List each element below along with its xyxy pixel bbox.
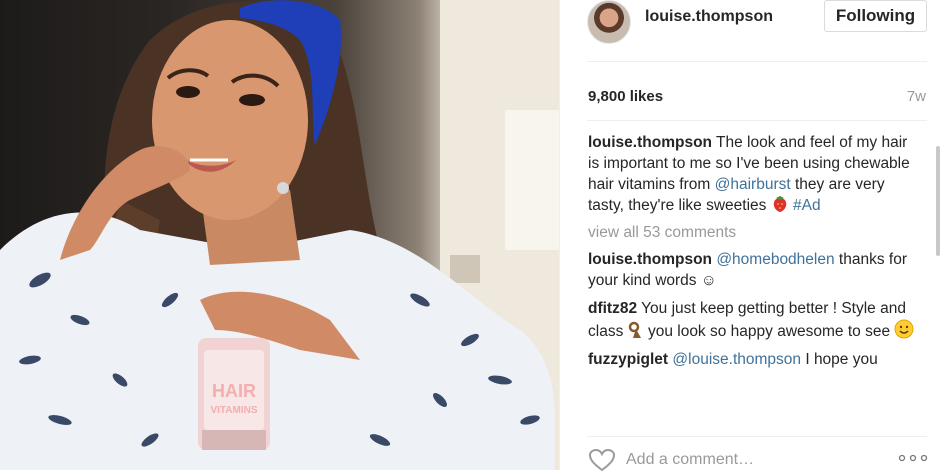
comment-mention[interactable]: @homebodhelen: [716, 251, 834, 268]
comment-item: dfitz82 You just keep getting better ! S…: [588, 298, 918, 342]
comment-footer: [560, 440, 940, 472]
likes-divider: [587, 120, 927, 121]
comments-scrollbar[interactable]: [936, 146, 940, 256]
comment-text: you look so happy awesome to see: [647, 323, 891, 340]
caption-mention[interactable]: @hairburst: [715, 176, 791, 193]
likes-count[interactable]: 9,800 likes: [588, 88, 663, 105]
following-button[interactable]: Following: [824, 0, 927, 32]
comment-item: fuzzypiglet @louise.thompson I hope you: [588, 349, 918, 370]
header-username[interactable]: louise.thompson: [645, 8, 773, 26]
post-time[interactable]: 7w: [907, 88, 926, 105]
comment-author[interactable]: dfitz82: [588, 300, 637, 317]
strawberry-icon: [773, 196, 786, 212]
add-comment-input[interactable]: [626, 450, 886, 470]
header-divider: [587, 61, 927, 62]
ok-hand-icon: [628, 321, 641, 338]
comment-author[interactable]: louise.thompson: [588, 251, 712, 268]
heart-icon[interactable]: [588, 448, 616, 472]
comment-text: I hope you: [805, 351, 878, 368]
post-sidebar: louise.thompson Following 9,800 likes 7w…: [559, 0, 940, 472]
product-label-hair: HAIR: [212, 381, 256, 401]
product-label-vitamins: VITAMINS: [210, 405, 257, 416]
comments-list: louise.thompson The look and feel of my …: [588, 132, 918, 422]
caption-hashtag[interactable]: #Ad: [793, 197, 821, 214]
avatar[interactable]: [587, 0, 631, 44]
footer-divider: [587, 436, 927, 437]
caption-author[interactable]: louise.thompson: [588, 134, 712, 151]
smiley-icon: [894, 319, 914, 339]
comment-item: louise.thompson @homebodhelen thanks for…: [588, 249, 918, 291]
post-header: louise.thompson Following: [560, 0, 940, 60]
post-photo[interactable]: HAIR VITAMINS: [0, 0, 559, 470]
more-options-icon[interactable]: [898, 454, 928, 462]
caption: louise.thompson The look and feel of my …: [588, 132, 918, 216]
comment-mention[interactable]: @louise.thompson: [672, 351, 801, 368]
view-all-comments-link[interactable]: view all 53 comments: [588, 222, 918, 243]
comment-author[interactable]: fuzzypiglet: [588, 351, 668, 368]
post-photo-illustration: HAIR VITAMINS: [0, 0, 559, 470]
